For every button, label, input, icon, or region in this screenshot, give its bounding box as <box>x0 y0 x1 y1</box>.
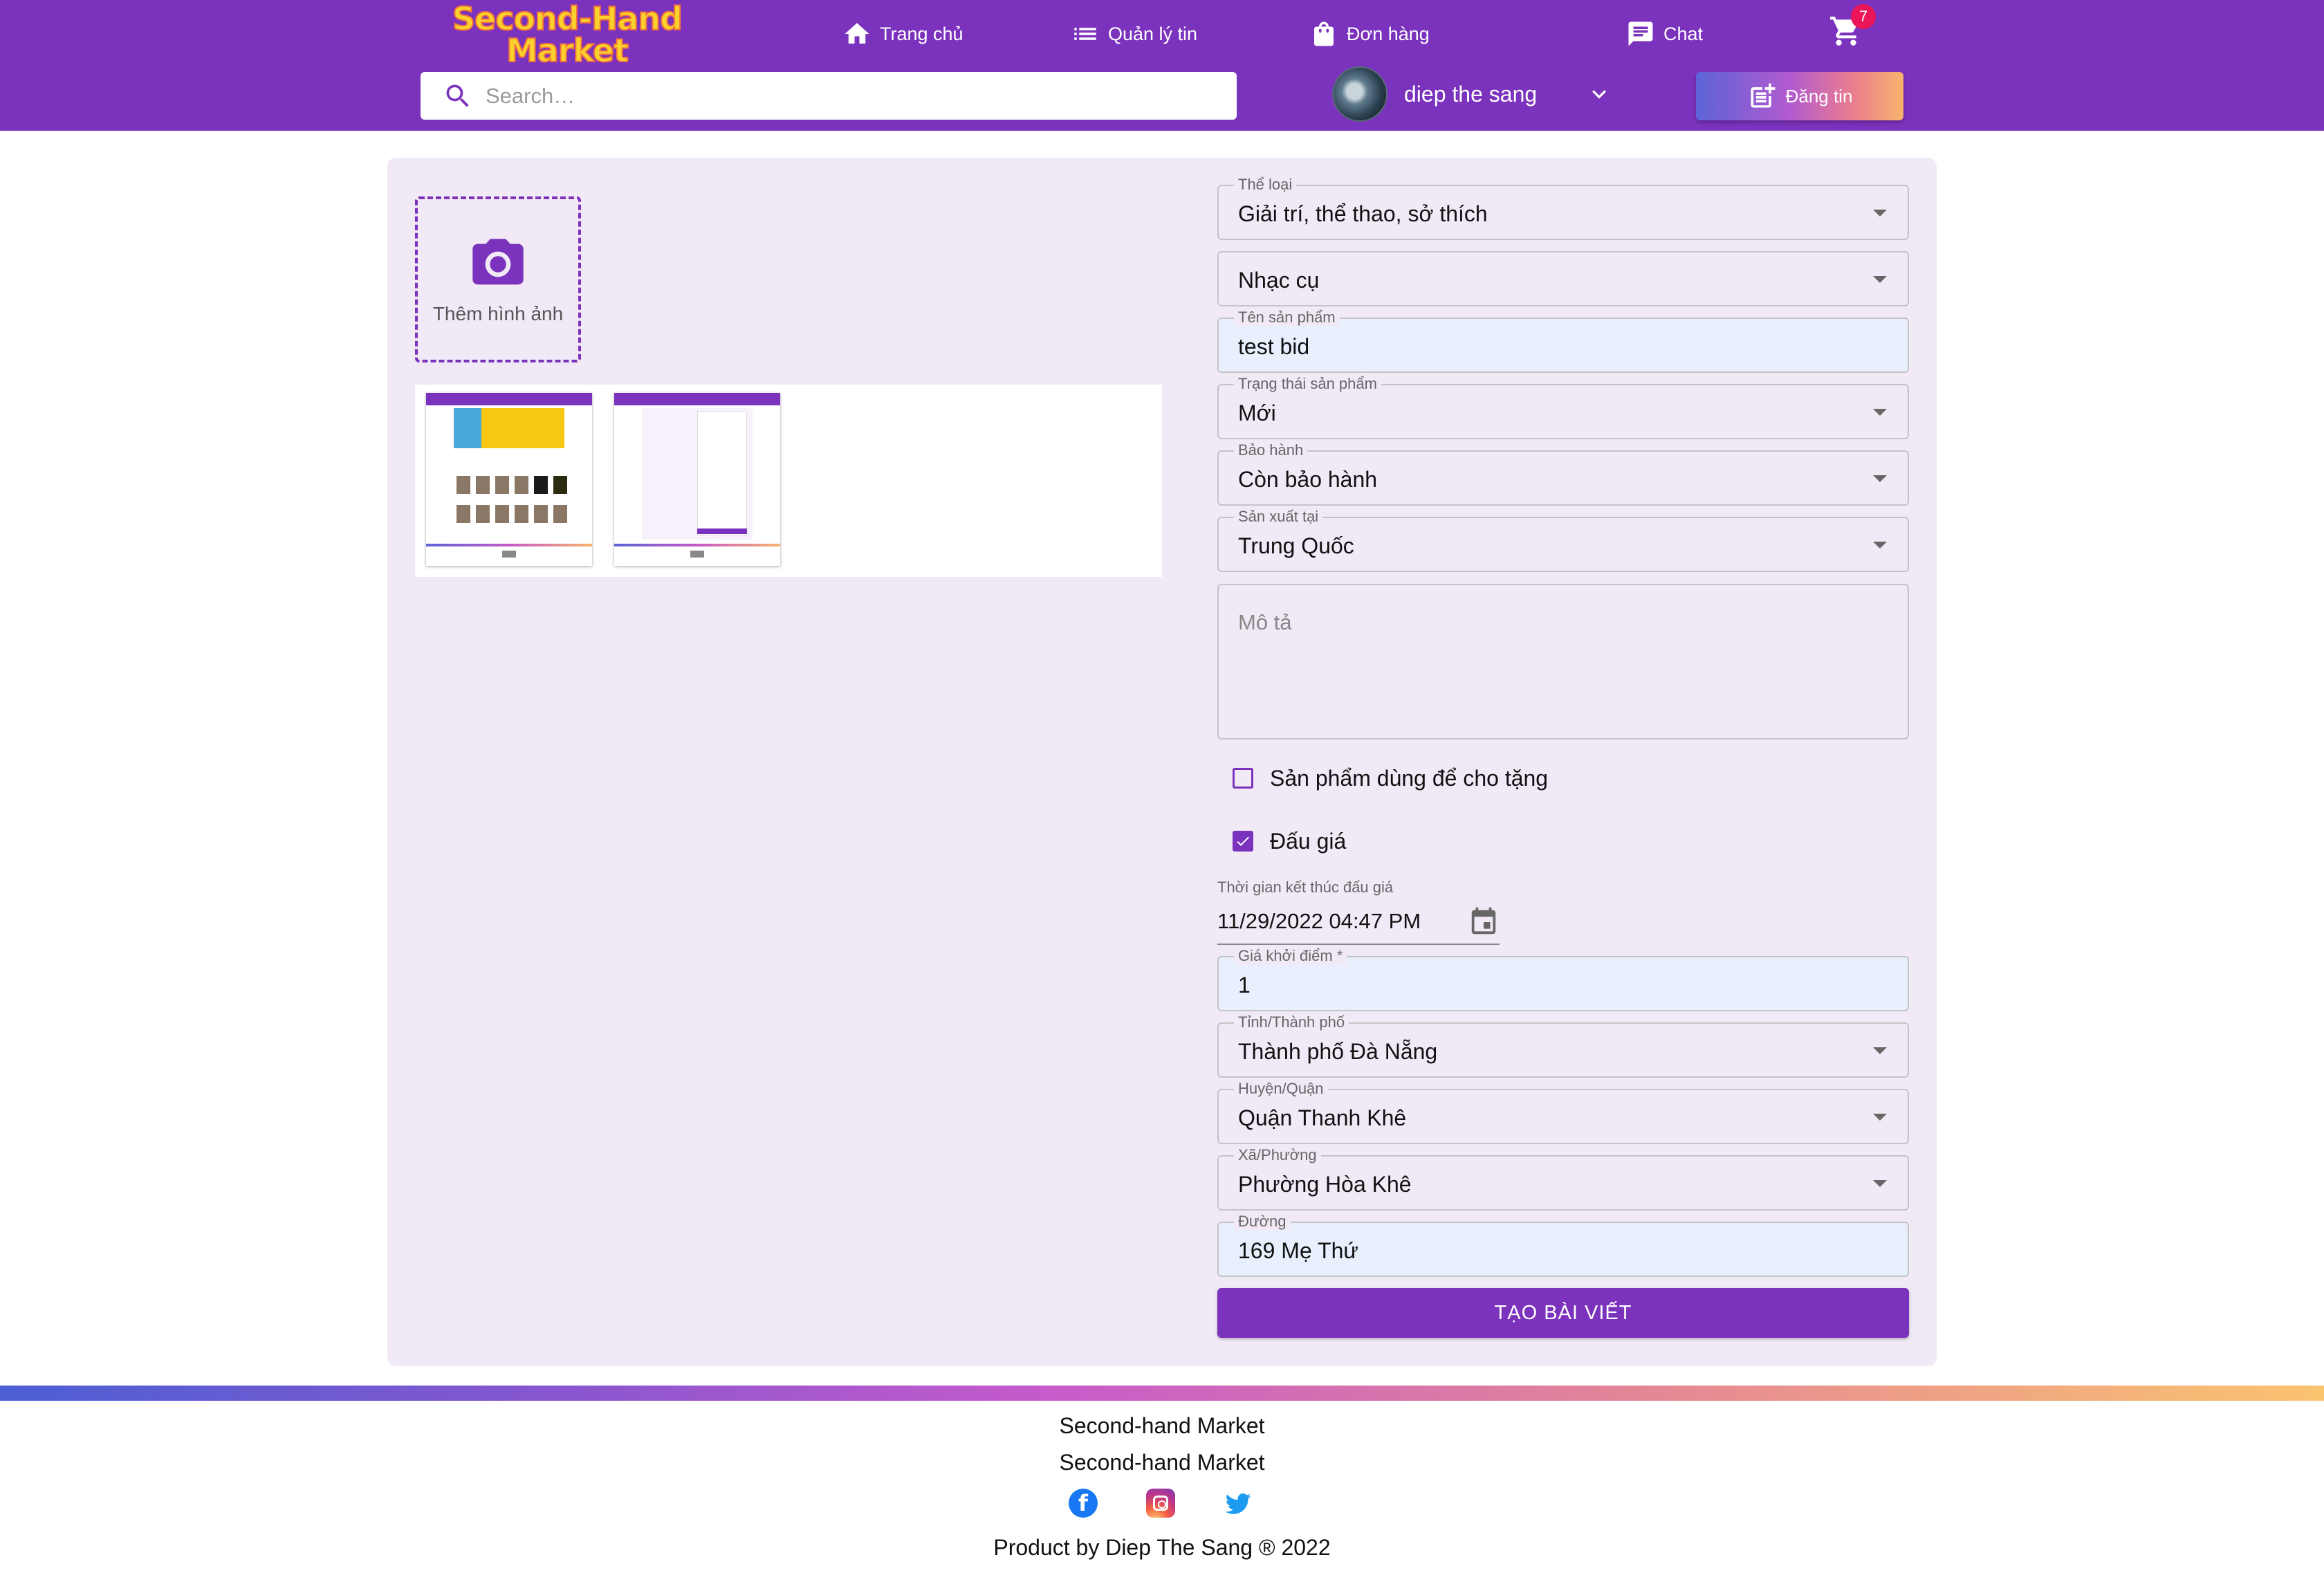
dropdown-arrow-icon <box>1873 475 1887 482</box>
condition-label: Trạng thái sản phẩm <box>1234 375 1381 393</box>
add-image-label: Thêm hình ảnh <box>432 303 564 324</box>
auction-checkbox-row[interactable]: Đấu giá <box>1233 824 1346 858</box>
dropdown-arrow-icon <box>1873 542 1887 549</box>
subcategory-value: Nhạc cụ <box>1238 268 1320 293</box>
dropdown-arrow-icon <box>1873 276 1887 283</box>
product-name-input[interactable] <box>1238 334 1861 360</box>
condition-value: Mới <box>1238 401 1276 425</box>
logo-line-1: Second-Hand <box>452 0 683 37</box>
shopping-bag-icon <box>1314 21 1334 46</box>
avatar[interactable] <box>1332 66 1387 122</box>
auction-label: Đấu giá <box>1270 828 1347 854</box>
site-logo[interactable]: Second-Hand Market <box>436 0 699 69</box>
nav-home-label: Trang chủ <box>880 23 963 44</box>
facebook-icon[interactable]: f <box>1069 1489 1098 1518</box>
nav-manage-link[interactable]: Quản lý tin <box>1071 17 1197 51</box>
search-bar[interactable] <box>421 72 1237 120</box>
warranty-label: Bảo hành <box>1234 441 1308 459</box>
post-ad-button[interactable]: Đăng tin <box>1696 72 1903 120</box>
nav-home-link[interactable]: Trang chủ <box>842 17 963 51</box>
home-icon <box>845 23 869 44</box>
twitter-icon[interactable] <box>1224 1489 1253 1518</box>
origin-value: Trung Quốc <box>1238 533 1354 558</box>
footer-site-name-secondary: Second-hand Market <box>1059 1450 1265 1475</box>
nav-orders-link[interactable]: Đơn hàng <box>1309 17 1430 51</box>
cart-count-badge: 7 <box>1851 4 1876 29</box>
warranty-value: Còn bảo hành <box>1238 467 1378 492</box>
city-label: Tỉnh/Thành phố <box>1234 1013 1349 1031</box>
start-price-label: Giá khởi điểm * <box>1234 947 1347 965</box>
auction-checkbox[interactable] <box>1233 831 1253 852</box>
image-thumbnail[interactable] <box>614 393 780 566</box>
nav-chat-link[interactable]: Chat <box>1626 17 1703 51</box>
product-name-label: Tên sản phẩm <box>1234 309 1340 326</box>
nav-manage-label: Quản lý tin <box>1108 23 1198 44</box>
start-price-field[interactable]: Giá khởi điểm * <box>1217 947 1909 1011</box>
image-thumbnail-strip <box>415 385 1162 577</box>
district-label: Huyện/Quận <box>1234 1080 1328 1098</box>
instagram-icon[interactable] <box>1146 1489 1175 1518</box>
dropdown-arrow-icon <box>1873 409 1887 416</box>
create-post-button[interactable]: TẠO BÀI VIẾT <box>1217 1288 1909 1338</box>
user-menu[interactable]: diep the sang <box>1332 66 1613 122</box>
nav-orders-label: Đơn hàng <box>1347 23 1430 44</box>
chevron-down-icon[interactable] <box>1585 80 1613 108</box>
logo-line-2: Market <box>506 32 629 69</box>
ward-select[interactable]: Xã/Phường Phường Hòa Khê <box>1217 1146 1909 1211</box>
calendar-icon[interactable] <box>1468 906 1500 938</box>
street-input[interactable] <box>1238 1238 1861 1264</box>
checkmark-icon <box>1237 836 1249 846</box>
dropdown-arrow-icon <box>1873 1180 1887 1187</box>
condition-select[interactable]: Trạng thái sản phẩm Mới <box>1217 375 1909 439</box>
dropdown-arrow-icon <box>1873 1047 1887 1054</box>
camera-icon <box>472 239 524 285</box>
street-label: Đường <box>1234 1213 1291 1231</box>
ward-label: Xã/Phường <box>1234 1146 1321 1164</box>
footer-gradient-bar <box>0 1386 2324 1401</box>
city-select[interactable]: Tỉnh/Thành phố Thành phố Đà Nẵng <box>1217 1013 1909 1078</box>
subcategory-select[interactable]: Nhạc cụ <box>1217 251 1909 306</box>
footer-site-name: Second-hand Market <box>1059 1413 1265 1438</box>
street-field[interactable]: Đường <box>1217 1213 1909 1277</box>
description-placeholder: Mô tả <box>1238 610 1292 634</box>
description-textarea[interactable]: Mô tả <box>1217 584 1909 739</box>
post-add-icon <box>1751 83 1775 108</box>
warranty-select[interactable]: Bảo hành Còn bảo hành <box>1217 441 1909 506</box>
username: diep the sang <box>1404 81 1538 107</box>
search-icon <box>446 84 469 107</box>
add-image-button[interactable]: Thêm hình ảnh <box>415 196 581 362</box>
chat-icon <box>1628 21 1653 46</box>
dropdown-arrow-icon <box>1873 1114 1887 1121</box>
district-value: Quận Thanh Khê <box>1238 1105 1407 1130</box>
donate-checkbox[interactable] <box>1233 768 1253 789</box>
category-value: Giải trí, thể thao, sở thích <box>1238 201 1488 226</box>
auction-end-datetime-picker[interactable]: 11/29/2022 04:47 PM <box>1217 899 1500 945</box>
footer-credit: Product by Diep The Sang ® 2022 <box>993 1535 1331 1560</box>
post-ad-label: Đăng tin <box>1785 85 1853 107</box>
ward-value: Phường Hòa Khê <box>1238 1172 1412 1197</box>
list-icon <box>1074 28 1096 40</box>
top-navbar: Second-Hand Market Trang chủ Quản lý tin… <box>0 0 2324 131</box>
category-select[interactable]: Thể loại Giải trí, thể thao, sở thích <box>1217 176 1909 240</box>
auction-end-value[interactable]: 11/29/2022 04:47 PM <box>1217 909 1421 934</box>
donate-label: Sản phẩm dùng để cho tặng <box>1270 765 1549 791</box>
auction-end-label: Thời gian kết thúc đấu giá <box>1217 879 1394 896</box>
social-links: f <box>1069 1487 1262 1519</box>
image-thumbnail[interactable] <box>426 393 592 566</box>
product-name-field[interactable]: Tên sản phẩm <box>1217 309 1909 373</box>
start-price-input[interactable] <box>1238 973 1861 998</box>
origin-select[interactable]: Sản xuất tại Trung Quốc <box>1217 508 1909 572</box>
district-select[interactable]: Huyện/Quận Quận Thanh Khê <box>1217 1080 1909 1144</box>
city-value: Thành phố Đà Nẵng <box>1238 1039 1438 1064</box>
category-label: Thể loại <box>1234 176 1297 194</box>
nav-chat-label: Chat <box>1663 23 1704 44</box>
origin-label: Sản xuất tại <box>1234 508 1323 526</box>
search-input[interactable] <box>486 83 1177 109</box>
dropdown-arrow-icon <box>1873 210 1887 217</box>
donate-checkbox-row[interactable]: Sản phẩm dùng để cho tặng <box>1233 761 1548 795</box>
